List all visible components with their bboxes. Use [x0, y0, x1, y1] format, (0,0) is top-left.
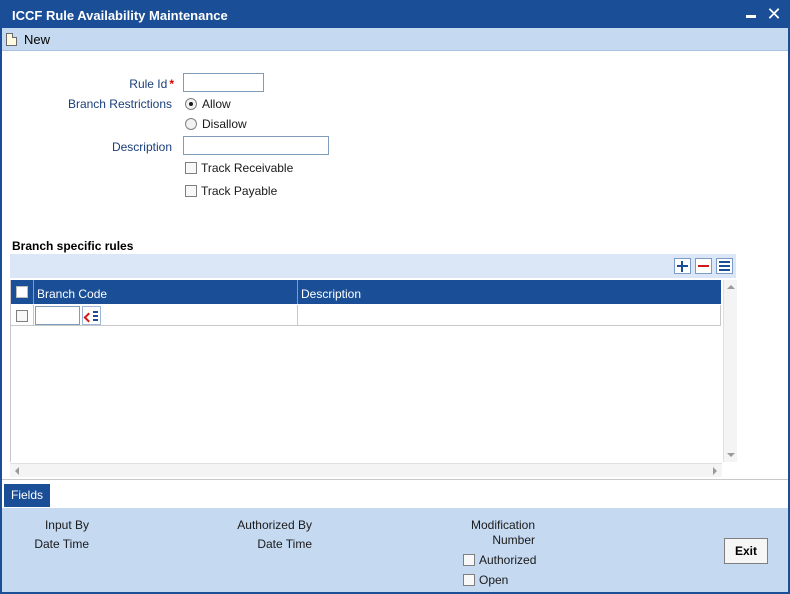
exit-button[interactable]: Exit [724, 538, 768, 564]
description-input[interactable] [183, 136, 329, 155]
grid-header: Branch Code Description [11, 280, 721, 304]
number-label: Number [492, 533, 535, 547]
track-receivable-checkbox[interactable]: Track Receivable [185, 161, 293, 175]
open-box[interactable] [463, 574, 475, 586]
auth-date-time-label: Date Time [257, 537, 312, 551]
required-marker: * [169, 77, 174, 91]
authorized-by-label: Authorized By [237, 518, 312, 532]
radio-allow-button[interactable] [185, 98, 197, 110]
branch-code-input[interactable] [35, 306, 80, 325]
input-date-time-label: Date Time [34, 537, 89, 551]
list-icon [719, 261, 730, 271]
toolbar: New [2, 28, 788, 51]
minus-icon [698, 265, 709, 267]
scroll-right-icon[interactable] [713, 467, 717, 475]
branch-rules-title: Branch specific rules [12, 239, 134, 253]
new-label: New [24, 32, 51, 47]
fields-bar: Fields [2, 479, 788, 508]
authorized-box[interactable] [463, 554, 475, 566]
title-bar: ICCF Rule Availability Maintenance ✕ [2, 2, 788, 28]
vertical-scrollbar[interactable] [723, 280, 737, 462]
radio-allow[interactable]: Allow [185, 97, 231, 111]
radio-disallow-button[interactable] [185, 118, 197, 130]
new-document-icon [6, 33, 17, 46]
scroll-down-icon[interactable] [727, 453, 735, 457]
close-icon[interactable]: ✕ [766, 5, 782, 23]
new-button[interactable]: New [6, 31, 50, 48]
grid-body: Branch Code Description [10, 280, 722, 462]
audit-panel: Input By Date Time Authorized By Date Ti… [2, 508, 788, 592]
scroll-left-icon[interactable] [15, 467, 19, 475]
branch-code-lov-button[interactable] [82, 306, 101, 325]
plus-icon [677, 260, 688, 272]
row-select-checkbox[interactable] [16, 310, 28, 322]
track-payable-box[interactable] [185, 185, 197, 197]
track-payable-label: Track Payable [201, 184, 278, 198]
authorized-label: Authorized [479, 553, 537, 567]
modification-label: Modification [470, 518, 535, 532]
minimize-icon[interactable] [746, 15, 756, 18]
radio-disallow-label: Disallow [202, 117, 247, 131]
track-receivable-label: Track Receivable [201, 161, 294, 175]
branch-restrictions-label: Branch Restrictions [67, 97, 172, 111]
maintenance-window: ICCF Rule Availability Maintenance ✕ New… [0, 0, 790, 594]
single-view-button[interactable] [716, 258, 733, 274]
track-receivable-box[interactable] [185, 162, 197, 174]
radio-disallow[interactable]: Disallow [185, 117, 247, 131]
branch-rules-grid: Branch Code Description [10, 254, 739, 477]
add-row-button[interactable] [674, 258, 691, 274]
rule-id-input[interactable] [183, 73, 264, 92]
column-header-description[interactable]: Description [301, 287, 361, 301]
fields-tab[interactable]: Fields [4, 484, 50, 507]
table-row [11, 305, 721, 326]
horizontal-scrollbar[interactable] [10, 463, 722, 477]
lov-icon [83, 310, 99, 323]
scroll-up-icon[interactable] [727, 285, 735, 289]
rule-id-label-wrap: Rule Id * [62, 77, 174, 91]
column-header-branch-code[interactable]: Branch Code [37, 287, 107, 301]
radio-allow-label: Allow [202, 97, 231, 111]
description-label: Description [111, 140, 172, 154]
select-all-checkbox[interactable] [16, 286, 28, 298]
rule-id-label: Rule Id [129, 77, 168, 91]
input-by-label: Input By [44, 518, 89, 532]
authorized-checkbox[interactable]: Authorized [463, 553, 536, 567]
open-checkbox[interactable]: Open [463, 573, 508, 587]
window-title: ICCF Rule Availability Maintenance [12, 8, 228, 23]
delete-row-button[interactable] [695, 258, 712, 274]
open-label: Open [479, 573, 509, 587]
grid-toolbar [10, 254, 736, 278]
track-payable-checkbox[interactable]: Track Payable [185, 184, 277, 198]
